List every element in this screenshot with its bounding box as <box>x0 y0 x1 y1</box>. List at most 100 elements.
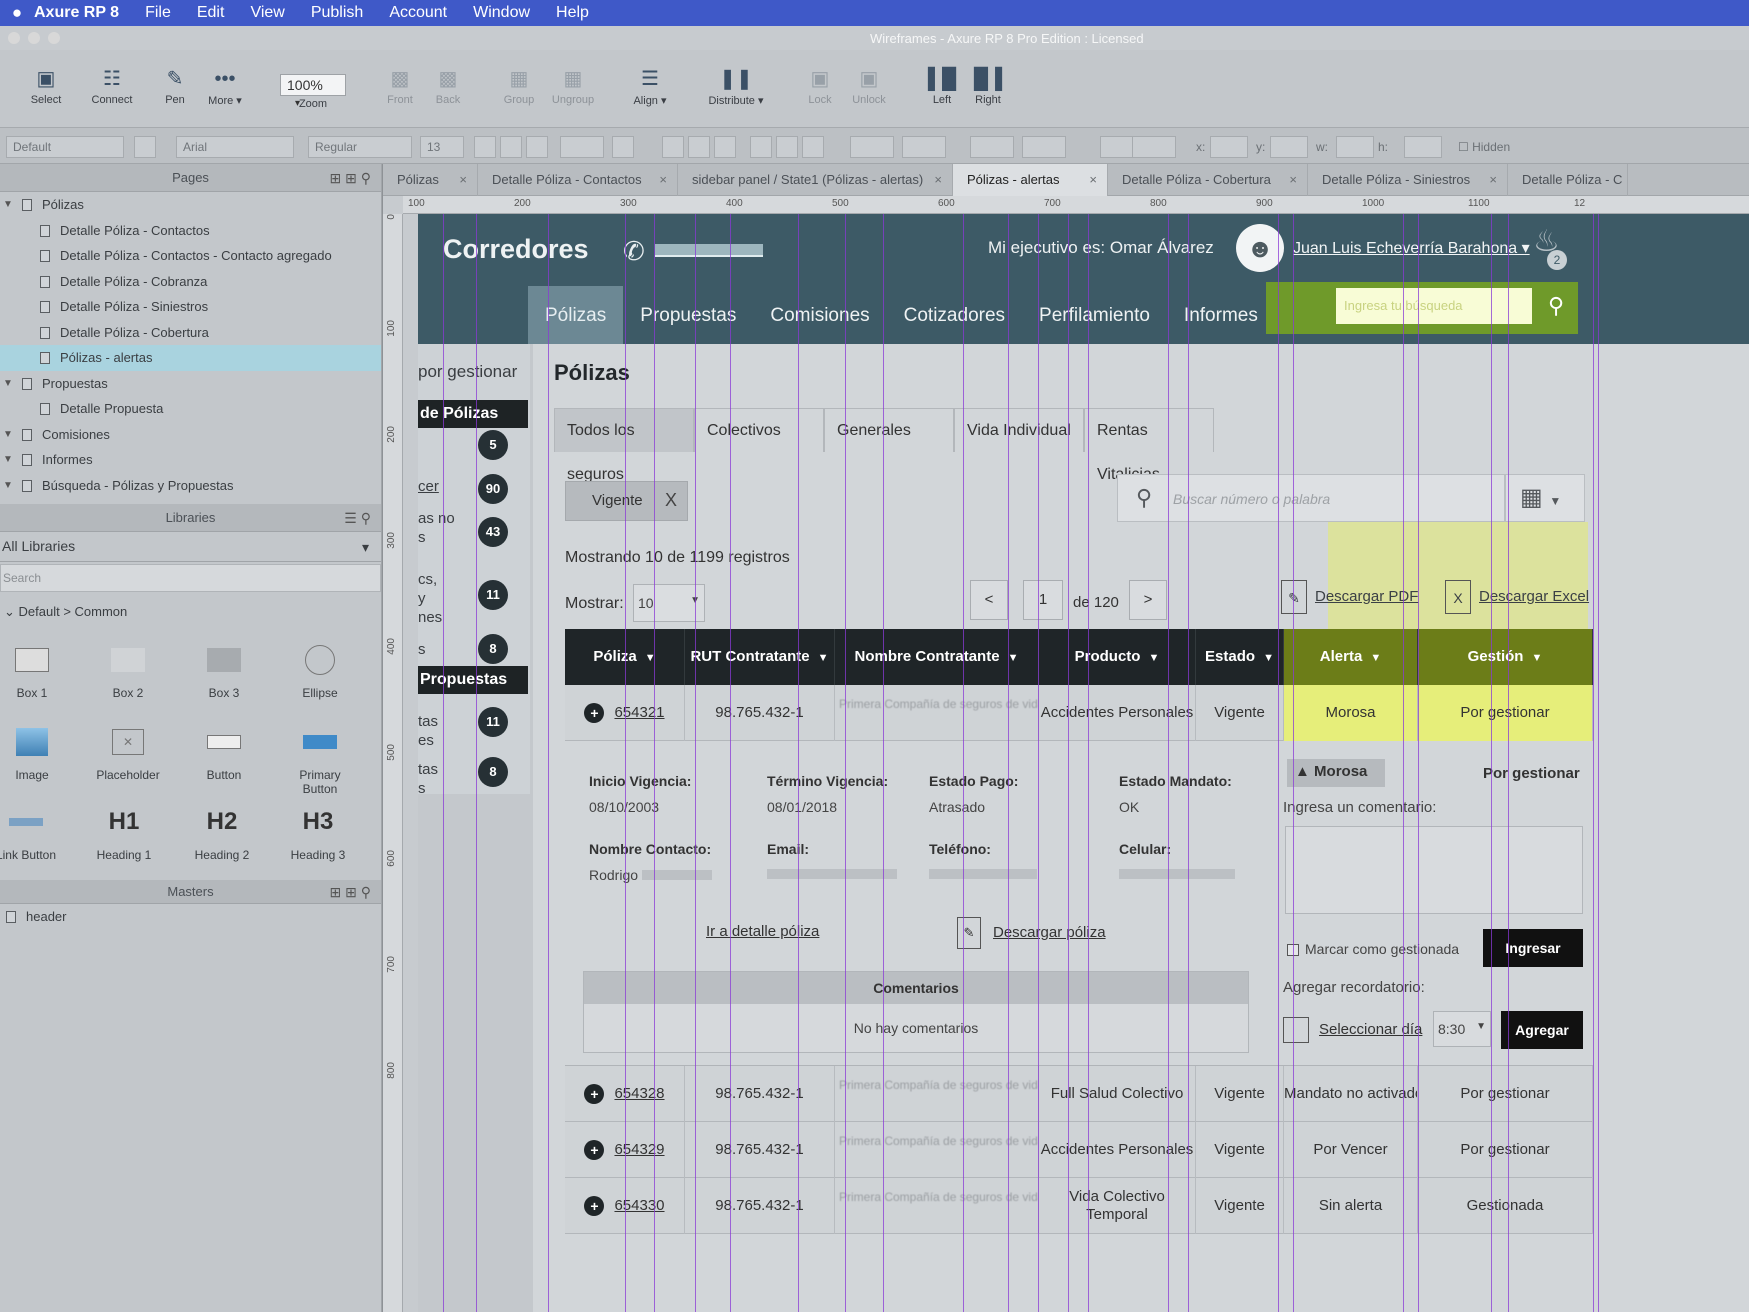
widget-heading3[interactable]: H3 Heading 3 <box>278 802 358 862</box>
widget-button[interactable]: Button <box>184 722 264 782</box>
bold-button[interactable] <box>474 136 496 158</box>
table-search-input[interactable]: ⚲ Buscar número o palabra <box>1117 474 1505 522</box>
menu-publish[interactable]: Publish <box>311 4 363 22</box>
pages-tools[interactable]: ⊞ ⊞ ⚲ <box>330 164 372 192</box>
column-header-1[interactable]: RUT Contratante ▼ <box>685 629 835 685</box>
expand-row-icon[interactable]: + <box>584 1084 605 1105</box>
page-number-input[interactable]: 1 <box>1023 580 1063 620</box>
sidebar-section-polizas[interactable]: de Pólizas <box>418 400 528 428</box>
send-back-button[interactable]: ▩ Back <box>418 64 478 106</box>
apple-icon[interactable]: ● <box>0 3 34 23</box>
celular-value-redacted[interactable] <box>1119 869 1235 879</box>
wireframe-canvas[interactable]: Corredores ✆ Mi ejecutivo es: Omar Álvar… <box>418 214 1749 1312</box>
column-header-4[interactable]: Estado ▼ <box>1196 629 1284 685</box>
time-select[interactable]: 8:30 ▼ <box>1433 1011 1491 1047</box>
expand-arrow-icon[interactable]: ▼ <box>3 447 13 473</box>
menu-account[interactable]: Account <box>389 4 447 22</box>
page-item[interactable]: ▼ Búsqueda - Pólizas y Propuestas <box>0 473 381 499</box>
ungroup-button[interactable]: ▦ Ungroup <box>543 64 603 106</box>
align-left-button[interactable] <box>662 136 684 158</box>
nav-item-3[interactable]: Cotizadores <box>887 286 1022 344</box>
sidebar-text[interactable]: cer <box>418 477 439 496</box>
tab-2[interactable]: sidebar panel / State1 (Pólizas - alerta… <box>678 164 953 196</box>
sidebar-badge[interactable]: 11 <box>478 580 508 610</box>
list-button[interactable] <box>612 136 634 158</box>
minimize-window-button[interactable] <box>28 32 40 44</box>
nav-item-0[interactable]: Pólizas <box>528 286 624 344</box>
sort-icon[interactable]: ▼ <box>1370 630 1381 686</box>
nav-item-5[interactable]: Informes <box>1167 286 1275 344</box>
calendar-filter-button[interactable]: ▦ ▼ <box>1505 474 1585 522</box>
user-menu[interactable]: Juan Luis Echeverría Barahona ▾ <box>1293 238 1530 258</box>
widget-ellipse[interactable]: Ellipse <box>280 640 360 700</box>
libraries-tools[interactable]: ☰ ⚲ <box>344 504 371 532</box>
italic-button[interactable] <box>500 136 522 158</box>
widget-box2[interactable]: Box 2 <box>88 640 168 700</box>
remove-filter-icon[interactable]: X <box>665 490 677 511</box>
close-tab-icon[interactable]: × <box>934 164 942 196</box>
close-tab-icon[interactable]: × <box>1089 164 1097 196</box>
table-row[interactable]: +654329 98.765.432-1 Primera Compañía de s… <box>565 1122 1593 1178</box>
h-input[interactable] <box>1404 136 1442 158</box>
close-tab-icon[interactable]: × <box>659 164 667 196</box>
user-avatar-icon[interactable]: ☻ <box>1236 224 1284 272</box>
group-button[interactable]: ▦ Group <box>489 64 549 106</box>
close-tab-icon[interactable]: × <box>459 164 467 196</box>
widget-box3[interactable]: Box 3 <box>184 640 264 700</box>
column-header-5[interactable]: Alerta ▼ <box>1284 629 1418 685</box>
library-group[interactable]: ⌄ Default > Common <box>0 594 381 630</box>
sidebar-badge[interactable]: 43 <box>478 517 508 547</box>
tab-3[interactable]: Pólizas - alertas × <box>953 164 1108 196</box>
nav-item-1[interactable]: Propuestas <box>623 286 753 344</box>
sidebar-badge[interactable]: 90 <box>478 474 508 504</box>
type-tab-4[interactable]: Rentas Vitalicias <box>1084 408 1214 483</box>
unlock-button[interactable]: ▣ Unlock <box>839 64 899 106</box>
border-width-button[interactable] <box>1022 136 1066 158</box>
widget-placeholder[interactable]: ✕ Placeholder <box>88 722 168 782</box>
sort-icon[interactable]: ▼ <box>1008 630 1019 686</box>
page-item[interactable]: ▼ Pólizas <box>0 192 381 218</box>
table-row[interactable]: +654321 98.765.432-1 Primera Compañía de s… <box>565 685 1593 741</box>
masters-tools[interactable]: ⊞ ⊞ ⚲ <box>330 880 372 904</box>
widget-image[interactable]: Image <box>0 722 72 782</box>
more-tools[interactable]: ••• More ▾ <box>195 64 255 107</box>
email-value-redacted[interactable] <box>767 869 897 879</box>
sidebar-section-propuestas[interactable]: Propuestas <box>418 666 528 694</box>
expand-row-icon[interactable]: + <box>584 703 605 724</box>
zoom-window-button[interactable] <box>48 32 60 44</box>
underline-button[interactable] <box>526 136 548 158</box>
menu-edit[interactable]: Edit <box>197 4 225 22</box>
type-tab-1[interactable]: Colectivos <box>694 408 824 452</box>
expand-arrow-icon[interactable]: ▼ <box>3 192 13 218</box>
page-item[interactable]: ▼ Comisiones <box>0 422 381 448</box>
align-right-button[interactable] <box>714 136 736 158</box>
distribute-menu[interactable]: ❚❚ Distribute ▾ <box>706 64 766 107</box>
tab-6[interactable]: Detalle Póliza - C <box>1508 164 1628 196</box>
valign-middle-button[interactable] <box>776 136 798 158</box>
page-item[interactable]: Detalle Propuesta <box>0 396 381 422</box>
expand-arrow-icon[interactable]: ▼ <box>3 422 13 448</box>
expand-row-icon[interactable]: + <box>584 1140 605 1161</box>
valign-top-button[interactable] <box>750 136 772 158</box>
menu-view[interactable]: View <box>250 4 284 22</box>
style-select[interactable]: Default <box>6 136 124 158</box>
page-item[interactable]: Detalle Póliza - Siniestros <box>0 294 381 320</box>
nav-item-4[interactable]: Perfilamiento <box>1022 286 1167 344</box>
bell-icon[interactable]: ♨ 2 <box>1533 224 1567 270</box>
expand-arrow-icon[interactable]: ▼ <box>3 473 13 499</box>
x-input[interactable] <box>1210 136 1248 158</box>
hidden-checkbox[interactable]: ☐ Hidden <box>1458 140 1510 154</box>
valign-bottom-button[interactable] <box>802 136 824 158</box>
nav-item-2[interactable]: Comisiones <box>753 286 886 344</box>
close-tab-icon[interactable]: × <box>1289 164 1297 196</box>
download-pdf-link[interactable]: ✎Descargar PDF <box>1281 580 1418 614</box>
fill-color-button[interactable] <box>850 136 894 158</box>
shadow-button[interactable] <box>902 136 946 158</box>
header-search-input[interactable]: Ingresa tu búsqueda <box>1336 288 1532 324</box>
filter-chip[interactable]: Vigente X <box>565 481 688 521</box>
menu-file[interactable]: File <box>145 4 171 22</box>
right-panel-toggle[interactable]: █▐ Right <box>958 64 1018 106</box>
agregar-button[interactable]: Agregar <box>1501 1011 1583 1049</box>
font-select[interactable]: Arial <box>176 136 294 158</box>
style-edit-button[interactable] <box>134 136 156 158</box>
